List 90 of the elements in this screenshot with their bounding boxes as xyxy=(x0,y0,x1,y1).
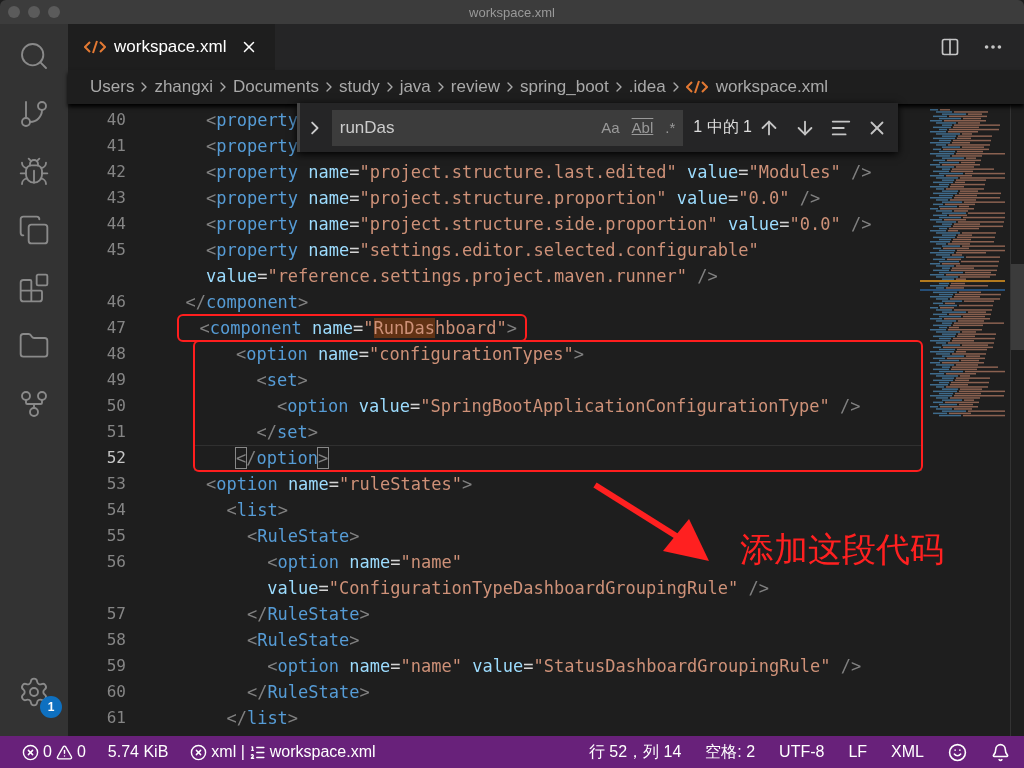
bell-icon[interactable] xyxy=(991,742,1010,762)
line-number: 42 xyxy=(106,161,126,183)
breadcrumb-item[interactable]: java xyxy=(399,77,431,97)
code-line: </RuleState> xyxy=(245,603,370,626)
breadcrumb-item[interactable]: zhangxi xyxy=(154,77,213,97)
file-size: 5.74 KiB xyxy=(107,743,169,761)
line-number: 60 xyxy=(106,681,126,703)
code-line: <list> xyxy=(225,499,288,522)
code-line: </component> xyxy=(184,291,309,314)
smiley-icon[interactable] xyxy=(948,742,967,762)
line-number: 49 xyxy=(106,369,126,391)
line-number: 53 xyxy=(106,473,126,495)
line-number: 45 xyxy=(106,239,126,261)
line-number: 54 xyxy=(106,499,126,521)
code-line: <option name="configurationTypes"> xyxy=(234,343,585,366)
code-line: value="reference.settings.project.maven.runner" /> xyxy=(204,265,718,288)
settings-icon[interactable] xyxy=(18,676,50,708)
code-line: value="ConfigurationTypeDashboardGroupingRule" /> xyxy=(266,577,769,600)
files-icon[interactable] xyxy=(18,214,50,246)
list-icon xyxy=(248,743,266,761)
split-editor-icon[interactable] xyxy=(940,37,960,57)
code-line: <RuleState> xyxy=(245,525,360,548)
fork-icon[interactable] xyxy=(18,388,50,420)
match-count: 1 中的 1 xyxy=(693,117,752,137)
extensions-icon[interactable] xyxy=(18,272,50,304)
branch-icon[interactable] xyxy=(18,98,50,130)
line-number: 61 xyxy=(106,707,126,729)
language-label[interactable]: xml | xyxy=(211,743,245,761)
search-option[interactable]: Aa xyxy=(601,119,620,136)
breadcrumb-item[interactable]: Documents xyxy=(233,77,319,97)
annotation-note: 添加这段代码 xyxy=(740,528,944,571)
search-icon[interactable] xyxy=(18,40,50,72)
error-icon xyxy=(22,743,39,761)
line-number: 41 xyxy=(106,135,126,157)
code-file-icon xyxy=(685,80,708,94)
code-file-icon xyxy=(84,40,106,54)
line-number: 47 xyxy=(106,317,126,339)
code-line: <property name="settings.editor.selected.configurable" xyxy=(204,239,759,262)
file-tab[interactable]: workspace.xml xyxy=(68,24,275,70)
line-number: 55 xyxy=(106,525,126,547)
line-number: 58 xyxy=(106,629,126,651)
code-line: <option name="ruleStates"> xyxy=(204,473,473,496)
bug-icon[interactable] xyxy=(18,156,50,188)
code-line: <property name="project.structure.side.proportion" value="0.0" /> xyxy=(204,213,872,236)
status-item[interactable]: XML xyxy=(891,743,924,761)
line-number: 51 xyxy=(106,421,126,443)
line-number: 40 xyxy=(106,109,126,131)
breadcrumb-item[interactable]: study xyxy=(339,77,380,97)
warning-icon xyxy=(55,743,73,761)
file-label[interactable]: workspace.xml xyxy=(269,743,376,761)
line-number: 48 xyxy=(106,343,126,365)
code-line: <property name="project.structure.last.edited" value="Modules" /> xyxy=(204,161,872,184)
code-line: <RuleState> xyxy=(245,629,360,652)
code-line: <set> xyxy=(255,369,308,392)
line-number: 52 xyxy=(106,447,126,469)
find-field[interactable]: runDas Aa Abl .* xyxy=(331,109,684,146)
breadcrumb-item[interactable]: Users xyxy=(90,77,135,97)
notification-badge: 1 xyxy=(40,696,62,718)
code-line: </set> xyxy=(255,421,318,444)
status-item[interactable]: LF xyxy=(848,743,868,761)
line-number: 50 xyxy=(106,395,126,417)
breadcrumb-item[interactable]: spring_boot xyxy=(519,77,609,97)
code-line: <property xyxy=(204,135,299,158)
status-item[interactable]: 行 52，列 14 xyxy=(588,741,682,763)
circle-x-icon xyxy=(190,743,208,761)
window-title: workspace.xml xyxy=(469,4,555,20)
code-line: <property name="project.structure.proportion" value="0.0" /> xyxy=(204,187,821,210)
code-line: <component name="RunDashboard"> xyxy=(198,317,517,340)
line-number: 59 xyxy=(106,655,126,677)
code-line: </list> xyxy=(225,707,299,730)
error-count[interactable]: 0 xyxy=(43,743,52,761)
code-line: <option name="name" value="StatusDashboardGroupingRule" /> xyxy=(266,655,862,678)
warning-count[interactable]: 0 xyxy=(76,743,86,761)
line-number: 56 xyxy=(106,551,126,573)
code-line: </RuleState> xyxy=(245,681,370,704)
breadcrumb-item[interactable]: .idea xyxy=(628,77,666,97)
line-number: 43 xyxy=(106,187,126,209)
breadcrumb-item[interactable]: workspace.xml xyxy=(715,77,829,97)
code-line: <option name="name" xyxy=(266,551,462,574)
code-line: <option value="SpringBootApplicationConfigurationType" /> xyxy=(275,395,861,418)
code-line: <property xyxy=(204,109,299,132)
search-option[interactable]: .* xyxy=(665,119,676,136)
breadcrumb-item[interactable]: review xyxy=(450,77,500,97)
status-item[interactable]: UTF-8 xyxy=(779,743,825,761)
search-option[interactable]: Abl xyxy=(631,119,654,136)
status-item[interactable]: 空格: 2 xyxy=(705,741,756,763)
line-number: 46 xyxy=(106,291,126,313)
line-number: 57 xyxy=(106,603,126,625)
scrollbar-thumb[interactable] xyxy=(1011,264,1024,350)
line-number: 44 xyxy=(106,213,126,235)
